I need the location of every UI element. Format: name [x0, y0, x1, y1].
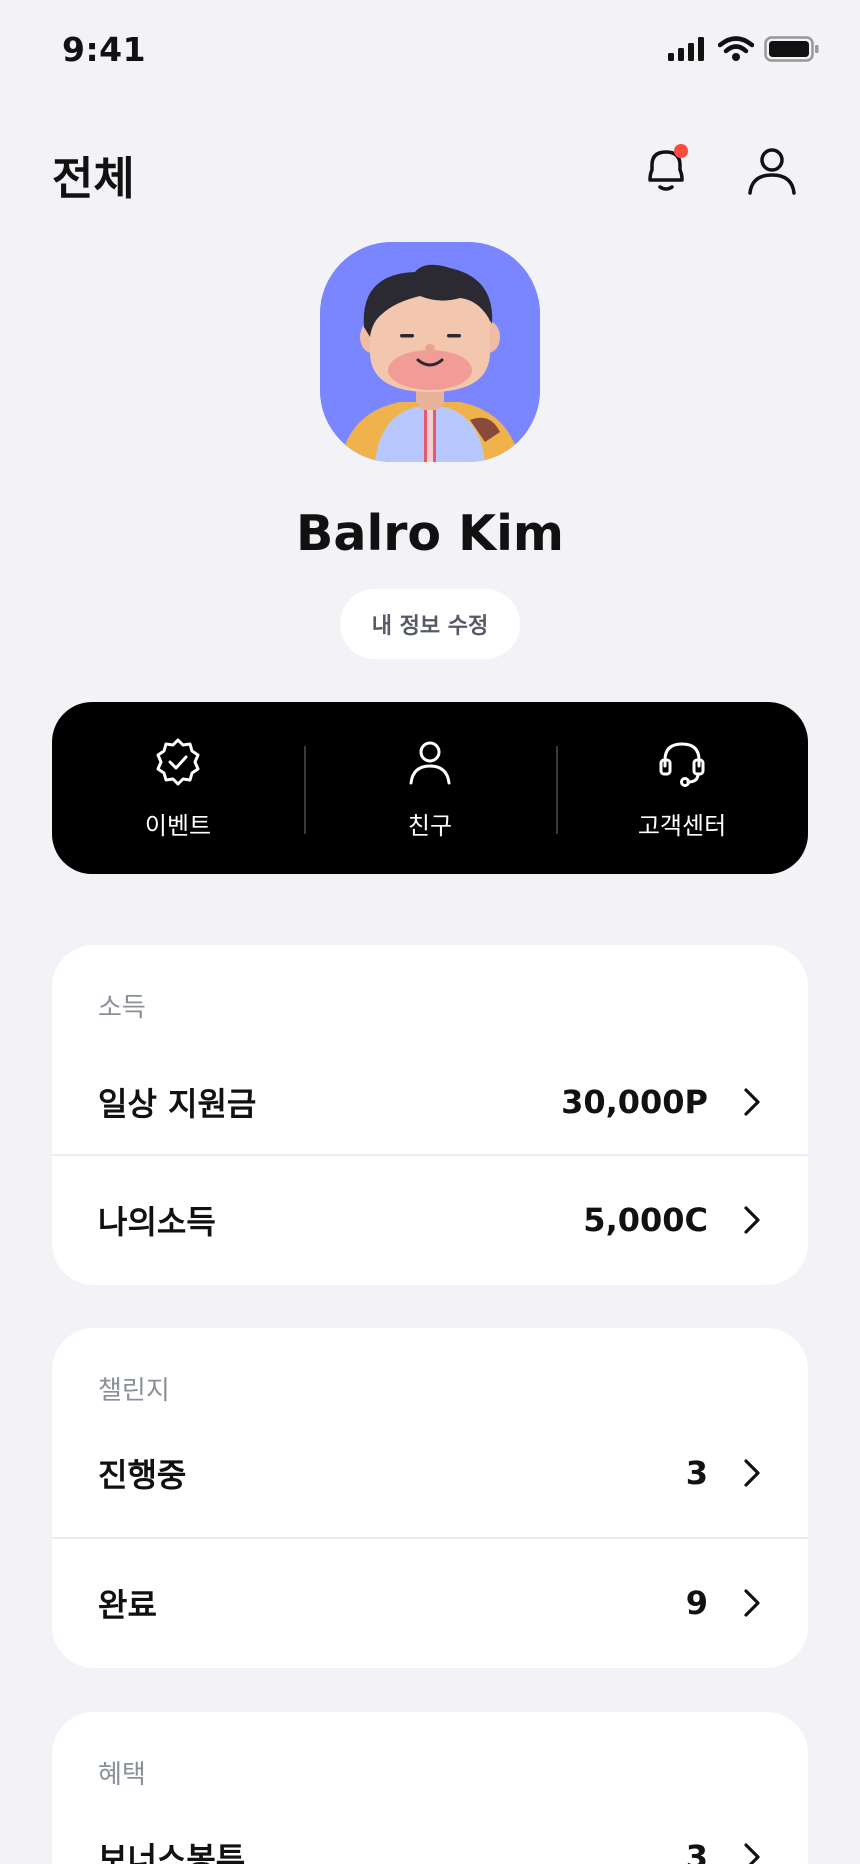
benefits-section-card: 혜택 보너스봉투 3 — [52, 1712, 808, 1864]
bell-icon — [636, 140, 696, 204]
income-section-title: 소득 — [98, 993, 146, 1023]
row-value: 5,000C — [583, 1201, 708, 1239]
headset-icon — [656, 736, 708, 792]
row-label: 나의소득 — [98, 1203, 216, 1241]
notification-dot — [674, 144, 688, 158]
page-title: 전체 — [52, 152, 135, 205]
row-value: 3 — [685, 1454, 708, 1492]
shortcut-support-label: 고객센터 — [637, 811, 727, 840]
battery-icon — [764, 36, 820, 66]
challenge-section-card: 챌린지 진행중 3 완료 9 — [52, 1328, 808, 1668]
wifi-icon — [717, 36, 755, 66]
notifications-button[interactable] — [634, 140, 698, 204]
user-icon — [742, 140, 802, 204]
row-value: 3 — [685, 1838, 708, 1864]
shortcut-events-label: 이벤트 — [144, 811, 212, 840]
challenge-section-title: 챌린지 — [98, 1376, 170, 1406]
row-completed[interactable]: 완료 9 — [52, 1538, 808, 1668]
status-bar: 9:41 — [0, 0, 860, 105]
row-bonus-envelope[interactable]: 보너스봉투 3 — [52, 1792, 808, 1864]
row-label: 완료 — [98, 1586, 157, 1624]
row-value: 30,000P — [561, 1083, 708, 1121]
cellular-signal-icon — [668, 37, 708, 65]
row-value: 9 — [685, 1584, 708, 1622]
chevron-right-icon — [744, 1206, 760, 1234]
shortcut-friends[interactable]: 친구 — [304, 702, 556, 874]
status-icons — [668, 36, 820, 66]
account-button[interactable] — [740, 140, 804, 204]
status-time: 9:41 — [62, 30, 147, 69]
row-label: 보너스봉투 — [98, 1840, 246, 1864]
badge-check-icon — [152, 736, 204, 792]
profile-name: Balro Kim — [296, 505, 564, 562]
edit-profile-button[interactable]: 내 정보 수정 — [340, 589, 520, 659]
row-in-progress[interactable]: 진행중 3 — [52, 1408, 808, 1538]
chevron-right-icon — [744, 1589, 760, 1617]
shortcut-support[interactable]: 고객센터 — [556, 702, 808, 874]
chevron-right-icon — [744, 1459, 760, 1487]
income-section-card: 소득 일상 지원금 30,000P 나의소득 5,000C — [52, 945, 808, 1285]
benefits-section-title: 혜택 — [98, 1760, 146, 1790]
profile-avatar — [320, 242, 540, 462]
chevron-right-icon — [744, 1088, 760, 1116]
row-daily-support[interactable]: 일상 지원금 30,000P — [52, 1037, 808, 1167]
person-icon — [404, 736, 456, 792]
row-label: 일상 지원금 — [98, 1085, 257, 1123]
chevron-right-icon — [744, 1843, 760, 1864]
row-label: 진행중 — [98, 1456, 187, 1494]
shortcut-events[interactable]: 이벤트 — [52, 702, 304, 874]
shortcut-bar: 이벤트 친구 고객센터 — [52, 702, 808, 874]
row-my-income[interactable]: 나의소득 5,000C — [52, 1155, 808, 1285]
shortcut-friends-label: 친구 — [407, 811, 453, 840]
